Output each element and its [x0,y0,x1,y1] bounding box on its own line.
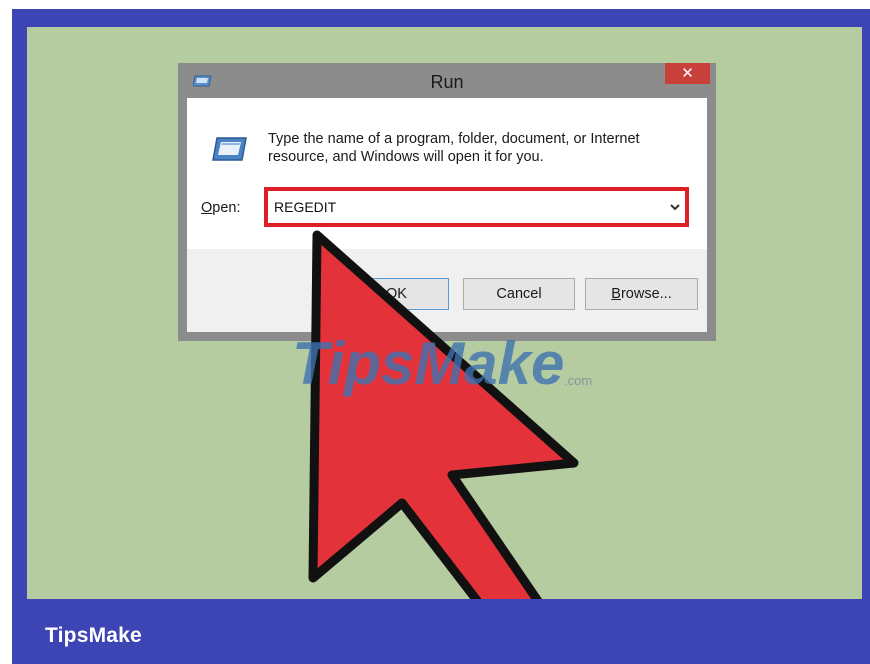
open-label-text: pen: [212,200,241,216]
open-input[interactable] [274,196,644,218]
dialog-body: Type the name of a program, folder, docu… [187,98,707,332]
browse-label-text: rowse... [620,286,672,302]
illustration-area: Run ✕ Type the name of a program, folder… [27,27,862,599]
dialog-title: Run [430,72,464,92]
close-button[interactable]: ✕ [665,63,710,84]
watermark-suffix: .com [564,373,592,388]
open-label: Open: [201,200,241,216]
cancel-button[interactable]: Cancel [463,278,575,310]
browse-accelerator: B [611,286,621,302]
ok-button[interactable]: OK [344,278,449,310]
open-label-accelerator: O [201,200,213,216]
dialog-prompt: Type the name of a program, folder, docu… [268,131,640,165]
browse-button[interactable]: Browse... [585,278,698,310]
run-dialog: Run ✕ Type the name of a program, folder… [178,63,716,341]
chevron-down-icon[interactable] [668,197,682,217]
open-combobox[interactable] [264,187,689,227]
run-program-icon [212,137,247,161]
footer-brand: TipsMake [45,624,142,647]
